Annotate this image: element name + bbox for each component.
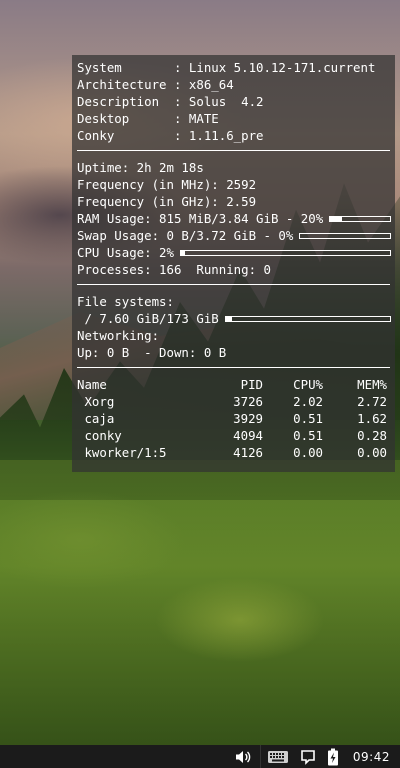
conky-label: Conky: [77, 128, 167, 143]
cpu-usage-text: CPU Usage: 2%: [77, 245, 174, 260]
volume-icon[interactable]: [232, 745, 254, 768]
swap-usage-row: Swap Usage: 0 B/3.72 GiB - 0%: [77, 227, 391, 244]
process-pid: 3929: [233, 411, 263, 426]
cpu-usage-bar-fill: [180, 250, 186, 255]
process-mem: 0.00: [357, 445, 387, 460]
frequency-mhz-text: Frequency (in MHz): 2592: [77, 177, 257, 192]
stats-section: Uptime: 2h 2m 18s Frequency (in MHz): 25…: [77, 159, 391, 278]
root-filesystem-row: / 7.60 GiB/173 GiB: [77, 310, 391, 327]
cpu-usage-bar: [179, 249, 391, 256]
column-pid: PID: [240, 377, 263, 392]
process-name: conky: [77, 428, 122, 443]
architecture-value: : x86_64: [174, 77, 234, 92]
process-cpu: 0.00: [293, 445, 323, 460]
process-pid: 3726: [233, 394, 263, 409]
process-pid: 4094: [233, 428, 263, 443]
notification-icon[interactable]: [295, 745, 321, 768]
description-row: Description : Solus 4.2: [77, 93, 391, 110]
system-label: System: [77, 60, 167, 75]
process-pid: 4126: [233, 445, 263, 460]
process-cpu: 2.02: [293, 394, 323, 409]
conky-widget: System : Linux 5.10.12-171.current Archi…: [72, 55, 395, 472]
cpu-usage-row: CPU Usage: 2%: [77, 244, 391, 261]
table-row: kworker/1:5 4126 0.00 0.00: [77, 444, 391, 461]
process-cpu: 0.51: [293, 411, 323, 426]
system-row: System : Linux 5.10.12-171.current: [77, 59, 391, 76]
process-mem: 0.28: [357, 428, 387, 443]
battery-charging-icon[interactable]: [321, 745, 345, 768]
system-tray: 09:42: [232, 745, 400, 768]
ram-usage-bar-fill: [330, 216, 343, 221]
description-value: : Solus 4.2: [174, 94, 264, 109]
divider: [77, 284, 390, 285]
process-table: Name PID CPU% MEM% Xorg 3726 2.02 2.72 c…: [77, 376, 391, 461]
ram-usage-bar: [329, 215, 391, 222]
root-filesystem-bar-fill: [225, 316, 233, 321]
process-table-header: Name PID CPU% MEM%: [77, 376, 391, 393]
table-row: conky 4094 0.51 0.28: [77, 427, 391, 444]
wallpaper-meadow: [0, 460, 400, 745]
ram-usage-row: RAM Usage: 815 MiB/3.84 GiB - 20%: [77, 210, 391, 227]
processes-text: Processes: 166 Running: 0: [77, 262, 271, 277]
divider: [77, 367, 390, 368]
process-name: Xorg: [77, 394, 115, 409]
clock[interactable]: 09:42: [345, 750, 400, 764]
process-name: caja: [77, 411, 115, 426]
table-row: caja 3929 0.51 1.62: [77, 410, 391, 427]
divider: [77, 150, 390, 151]
column-mem: MEM%: [357, 377, 387, 392]
architecture-label: Architecture: [77, 77, 167, 92]
column-name: Name: [77, 377, 107, 392]
root-filesystem-bar: [224, 315, 391, 322]
process-mem: 2.72: [357, 394, 387, 409]
uptime-text: Uptime: 2h 2m 18s: [77, 160, 204, 175]
networking-text: Up: 0 B - Down: 0 B: [77, 345, 227, 360]
ram-usage-text: RAM Usage: 815 MiB/3.84 GiB - 20%: [77, 211, 324, 226]
root-filesystem-text: / 7.60 GiB/173 GiB: [77, 311, 219, 326]
conky-version-row: Conky : 1.11.6_pre: [77, 127, 391, 144]
desktop-value: : MATE: [174, 111, 219, 126]
process-mem: 1.62: [357, 411, 387, 426]
desktop-label: Desktop: [77, 111, 167, 126]
frequency-ghz-text: Frequency (in GHz): 2.59: [77, 194, 257, 209]
table-row: Xorg 3726 2.02 2.72: [77, 393, 391, 410]
filesystems-section: File systems: / 7.60 GiB/173 GiB Network…: [77, 293, 391, 361]
filesystems-heading: File systems:: [77, 294, 174, 309]
architecture-row: Architecture : x86_64: [77, 76, 391, 93]
system-value: : Linux 5.10.12-171.current: [174, 60, 376, 75]
desktop-row: Desktop : MATE: [77, 110, 391, 127]
swap-usage-bar: [299, 232, 391, 239]
process-cpu: 0.51: [293, 428, 323, 443]
keyboard-icon[interactable]: [261, 745, 295, 768]
column-cpu: CPU%: [293, 377, 323, 392]
networking-heading: Networking:: [77, 328, 160, 343]
description-label: Description: [77, 94, 167, 109]
swap-usage-text: Swap Usage: 0 B/3.72 GiB - 0%: [77, 228, 294, 243]
process-name: kworker/1:5: [77, 445, 167, 460]
taskbar: 09:42: [0, 745, 400, 768]
system-info-section: System : Linux 5.10.12-171.current Archi…: [77, 59, 391, 144]
conky-value: : 1.11.6_pre: [174, 128, 264, 143]
